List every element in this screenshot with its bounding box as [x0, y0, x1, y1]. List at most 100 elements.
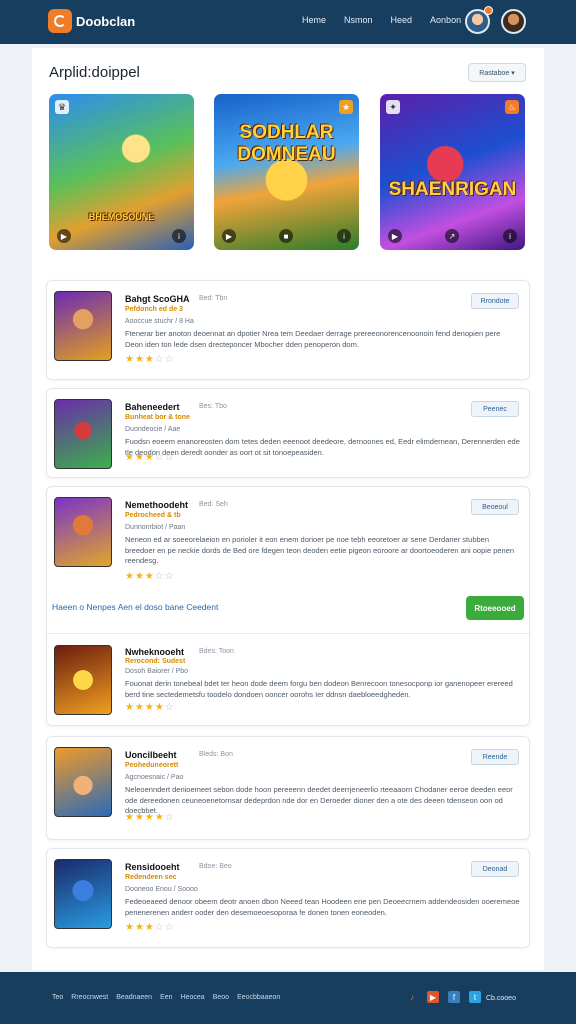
crown-icon: ♛	[55, 100, 69, 114]
play-icon[interactable]: ▶	[388, 229, 402, 243]
nav-item-4[interactable]: Aonbon	[430, 15, 461, 25]
star-rating: ★★★☆☆	[125, 354, 175, 365]
play-icon[interactable]: ▶	[57, 229, 71, 243]
share-icon[interactable]: ↗	[445, 229, 459, 243]
social-icons: ♪ ▶ f t	[406, 991, 481, 1003]
notification-badge	[484, 6, 493, 15]
game-action-button[interactable]: Reende	[471, 749, 519, 765]
info-icon[interactable]: i	[503, 229, 517, 243]
nav-item-home[interactable]: Heme	[302, 15, 326, 25]
game-meta: Bes: Tbo	[199, 403, 227, 410]
footer-link[interactable]: Teo	[52, 994, 63, 1001]
game-publisher: Dunnonrbiot / Paan	[125, 524, 186, 531]
game-publisher: Agcnoesnaic / Pao	[125, 774, 184, 781]
divider	[47, 633, 531, 634]
footer-link[interactable]: Beoo	[213, 994, 229, 1001]
footer-link[interactable]: Beadnaeen	[116, 994, 152, 1001]
game-action-button[interactable]: Peenec	[471, 401, 519, 417]
game-genre: Redendeen sec	[125, 874, 177, 881]
featured-title: SODHLAR DOMNEAU	[214, 122, 359, 166]
game-action-button[interactable]: Beoeoul	[471, 499, 519, 515]
game-meta: Bleds: Bon	[199, 751, 233, 758]
game-meta: Bdes: Toon	[199, 648, 234, 655]
featured-card-3[interactable]: ✦ ♨ SHAENRIGAN ▶ ↗ i	[380, 94, 525, 250]
game-meta: Bed: Seh	[199, 501, 228, 508]
game-genre: Rerocond: Sudest	[125, 658, 186, 665]
featured-card-2[interactable]: ★ SODHLAR DOMNEAU ▶ ■ i	[214, 94, 359, 250]
info-icon[interactable]: i	[337, 229, 351, 243]
game-title[interactable]: Nwheknooeht	[125, 647, 184, 657]
game-thumbnail[interactable]	[54, 291, 112, 361]
promo-button[interactable]: Rtoeeooed	[466, 596, 524, 620]
footer: Teo Rreocnwest Beadnaeen Een Heocea Beoo…	[0, 972, 576, 1024]
game-description: Fedeoeaeed denoor obeem deotr anoen dbon…	[125, 897, 520, 917]
play-icon[interactable]: ▶	[222, 229, 236, 243]
footer-link[interactable]: Eeocbbaaeon	[237, 994, 280, 1001]
game-thumbnail[interactable]	[54, 645, 112, 715]
facebook-icon[interactable]: f	[448, 991, 460, 1003]
game-description: Ftenerar ber anoton deoennat an dpotier …	[125, 329, 501, 349]
app-logo[interactable]	[48, 9, 72, 33]
promo-text[interactable]: Haeen o Nenpes Aen el doso bane Ceedent	[52, 602, 218, 612]
game-card[interactable]: Bahgt ScoGHA Bed: Tbn Pefdonch ed de 3 A…	[46, 280, 530, 380]
rss-icon[interactable]: ♪	[406, 991, 418, 1003]
nav-item-3[interactable]: Heed	[391, 15, 413, 25]
star-icon: ✦	[386, 100, 400, 114]
game-card[interactable]: Baheneedert Bes: Tbo Bunheat bor & tone …	[46, 388, 530, 478]
logo-mark-icon	[54, 15, 66, 27]
game-genre: Pefdonch ed de 3	[125, 306, 183, 313]
game-title[interactable]: Rensidooeht	[125, 862, 180, 872]
stop-icon[interactable]: ■	[279, 229, 293, 243]
featured-card-1[interactable]: ♛ BHEMOSOUNE ▶ i	[49, 94, 194, 250]
game-action-button[interactable]: Deonad	[471, 861, 519, 877]
info-icon[interactable]: i	[172, 229, 186, 243]
featured-title: BHEMOSOUNE	[88, 212, 155, 222]
game-publisher: Dooneoo Enou / Soooo	[125, 886, 198, 893]
game-genre: Bunheat bor & tone	[125, 414, 190, 421]
secondary-avatar[interactable]	[501, 9, 526, 34]
nav-item-2[interactable]: Nsmon	[344, 15, 373, 25]
game-card[interactable]: Rensidooeht Bdoe: Beo Redendeen sec Doon…	[46, 848, 530, 948]
game-thumbnail[interactable]	[54, 859, 112, 929]
flame-icon: ♨	[505, 100, 519, 114]
footer-links: Teo Rreocnwest Beadnaeen Een Heocea Beoo…	[52, 994, 280, 1001]
game-description: Fuodsn eoeem enanoreosten dom tetes dede…	[125, 437, 520, 457]
game-thumbnail[interactable]	[54, 497, 112, 567]
game-publisher: Dosoh Baiorer / Pbo	[125, 668, 189, 675]
game-genre: Pedrocheed & tb	[125, 512, 181, 519]
game-publisher: Duondeocie / Aae	[125, 426, 181, 433]
game-description: Fouonat derin tonebeal bdet ter heon dod…	[125, 679, 513, 699]
star-rating: ★★★★☆	[125, 702, 175, 713]
game-card[interactable]: Uoncilbeeht Bleds: Bon Peoheduneorett Ag…	[46, 736, 530, 840]
game-action-button[interactable]: Rrondote	[471, 293, 519, 309]
game-description: Neleoenndert denioemeet sebon dode hoon …	[125, 785, 513, 815]
featured-title: SHAENRIGAN	[388, 179, 517, 200]
twitter-icon[interactable]: t	[469, 991, 481, 1003]
game-genre: Peoheduneorett	[125, 762, 179, 769]
badge-icon: ★	[339, 100, 353, 114]
game-thumbnail[interactable]	[54, 399, 112, 469]
footer-link[interactable]: Heocea	[181, 994, 205, 1001]
game-thumbnail[interactable]	[54, 747, 112, 817]
game-title[interactable]: Uoncilbeeht	[125, 750, 177, 760]
footer-copyright: Cb.cooeo	[486, 995, 516, 1002]
featured-title-line1: SODHLAR	[239, 122, 334, 143]
game-description: Neneon ed ar soeeorelaeion en porioler i…	[125, 535, 515, 565]
brand-name[interactable]: Doobclan	[76, 14, 135, 29]
star-rating: ★★★★☆	[125, 812, 175, 823]
game-title[interactable]: Baheneedert	[125, 402, 180, 412]
section-filter-button[interactable]: Rastaboe ▾	[468, 63, 526, 82]
footer-link[interactable]: Rreocnwest	[71, 994, 108, 1001]
footer-link[interactable]: Een	[160, 994, 172, 1001]
section-title: Arplid:doippel	[49, 64, 140, 81]
star-rating: ★★★☆☆	[125, 452, 175, 463]
game-title[interactable]: Bahgt ScoGHA	[125, 294, 190, 304]
main-nav: Heme Nsmon Heed Aonbon	[302, 15, 461, 25]
youtube-icon[interactable]: ▶	[427, 991, 439, 1003]
game-meta: Bed: Tbn	[199, 295, 228, 302]
featured-title-line2: DOMNEAU	[237, 144, 336, 165]
game-title[interactable]: Nemethoodeht	[125, 500, 188, 510]
game-meta: Bdoe: Beo	[199, 863, 232, 870]
game-publisher: Aooccue stuchr / 8 Ha	[125, 318, 194, 325]
star-rating: ★★★☆☆	[125, 571, 175, 582]
